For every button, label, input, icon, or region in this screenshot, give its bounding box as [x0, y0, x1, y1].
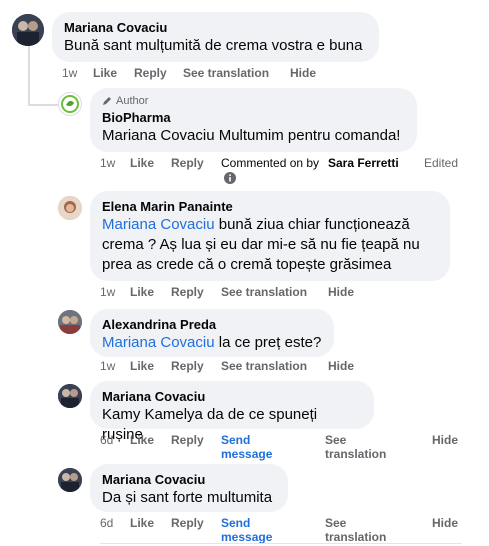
comment-text: Da și sant forte multumita [102, 489, 273, 506]
person-photo-icon [58, 196, 82, 220]
reply-button[interactable]: Reply [171, 285, 204, 299]
commented-by-label: Commented on by [221, 156, 320, 170]
comment-bubble: Elena Marin Panainte Mariana Covaciu bun… [90, 191, 450, 281]
see-translation-button[interactable]: See translation [221, 285, 307, 299]
reply-button[interactable]: Reply [171, 359, 204, 373]
see-translation-label: See [325, 433, 347, 447]
comment-actions: 1w Like Reply Commented on by Sara Ferre… [100, 156, 470, 186]
thread-line [28, 46, 30, 106]
divider [100, 543, 462, 544]
comment-bubble: Mariana Covaciu Kamy Kamelya da de ce sp… [90, 381, 374, 443]
comment-author[interactable]: Mariana Covaciu [64, 20, 367, 36]
comment-time[interactable]: 1w [100, 156, 115, 170]
avatar[interactable] [58, 384, 82, 408]
reply-button[interactable]: Reply [171, 516, 204, 530]
comment-actions: 6d Like Reply Send message See translation… [100, 516, 470, 546]
comment-text-line: prea as crede că o cremă topește grăsime… [102, 256, 392, 273]
comment-author[interactable]: Alexandrina Preda [102, 317, 322, 333]
thread-line [28, 104, 58, 106]
avatar[interactable] [58, 92, 82, 116]
comment-text-line: bună ziua chiar funcționează [214, 216, 410, 233]
hide-button[interactable]: Hide [432, 516, 458, 530]
see-translation-label: See [325, 516, 347, 530]
comment-author[interactable]: Mariana Covaciu [102, 389, 362, 405]
pencil-icon [103, 97, 111, 105]
avatar[interactable] [58, 310, 82, 334]
like-button[interactable]: Like [130, 156, 154, 170]
author-badge-label: Author [116, 95, 149, 107]
mention-link[interactable]: Mariana Covaciu [102, 216, 215, 233]
see-translation-button[interactable]: See translation [183, 66, 269, 80]
person-photo-icon [12, 14, 44, 46]
see-translation-button[interactable]: See translation [221, 359, 307, 373]
comment-time[interactable]: 1w [62, 66, 77, 80]
author-badge: Author [102, 94, 405, 108]
comment-bubble: Mariana Covaciu Da și sant forte multumi… [90, 464, 288, 512]
commented-by-name[interactable]: Sara Ferretti [328, 156, 399, 170]
like-button[interactable]: Like [130, 516, 154, 530]
comment-text: Bună sant mulțumită de crema vostra e bu… [64, 37, 363, 54]
hide-button[interactable]: Hide [432, 433, 458, 447]
comment-text-line: la ce preț este? [214, 334, 322, 351]
comment-actions: 6d Like Reply Send message See translation… [100, 433, 470, 463]
like-button[interactable]: Like [130, 359, 154, 373]
person-photo-icon [58, 310, 82, 334]
comment-actions: 1w Like Reply See translation Hide [62, 66, 362, 80]
person-photo-icon [58, 468, 82, 492]
comment-time[interactable]: 6d [100, 516, 113, 530]
comment-author[interactable]: Mariana Covaciu [102, 472, 276, 488]
hide-button[interactable]: Hide [328, 359, 354, 373]
comment-bubble: Mariana Covaciu Bună sant mulțumită de c… [52, 12, 379, 62]
info-icon[interactable] [224, 172, 236, 187]
reply-button[interactable]: Reply [171, 433, 204, 447]
comment-bubble: Alexandrina Preda Mariana Covaciu la ce … [90, 309, 334, 357]
person-photo-icon [58, 384, 82, 408]
comment-actions: 1w Like Reply See translation Hide [100, 285, 400, 299]
comment-author[interactable]: Elena Marin Panainte [102, 199, 438, 215]
comment-time[interactable]: 1w [100, 285, 115, 299]
comment-bubble: Author BioPharma Mariana Covaciu Multumi… [90, 88, 417, 152]
brand-logo-icon [61, 95, 79, 113]
avatar[interactable] [58, 468, 82, 492]
see-translation-label: translation [325, 447, 387, 461]
comment-text: Mariana Covaciu Multumim pentru comanda! [102, 127, 401, 144]
edited-label: Edited [424, 156, 459, 170]
send-message-label: message [221, 447, 273, 461]
comment-author[interactable]: BioPharma [102, 110, 405, 126]
send-message-label: Send [221, 516, 251, 530]
comment-time[interactable]: 6d [100, 433, 113, 447]
avatar[interactable] [12, 14, 44, 46]
reply-button[interactable]: Reply [134, 66, 167, 80]
send-message-label: Send [221, 433, 251, 447]
like-button[interactable]: Like [93, 66, 117, 80]
comment-text: Mariana Covaciu bună ziua chiar funcțion… [102, 215, 438, 235]
comment-time[interactable]: 1w [100, 359, 115, 373]
send-message-label: message [221, 530, 273, 544]
comment-text-line: crema ? Aș lua și eu dar mi-e să nu fie … [102, 236, 420, 253]
hide-button[interactable]: Hide [290, 66, 316, 80]
mention-link[interactable]: Mariana Covaciu [102, 334, 215, 351]
see-translation-label: translation [325, 530, 387, 544]
hide-button[interactable]: Hide [328, 285, 354, 299]
like-button[interactable]: Like [130, 285, 154, 299]
comment-text: Mariana Covaciu la ce preț este? [102, 333, 322, 353]
comment-actions: 1w Like Reply See translation Hide [100, 359, 400, 373]
like-button[interactable]: Like [130, 433, 154, 447]
avatar[interactable] [58, 196, 82, 220]
reply-button[interactable]: Reply [171, 156, 204, 170]
